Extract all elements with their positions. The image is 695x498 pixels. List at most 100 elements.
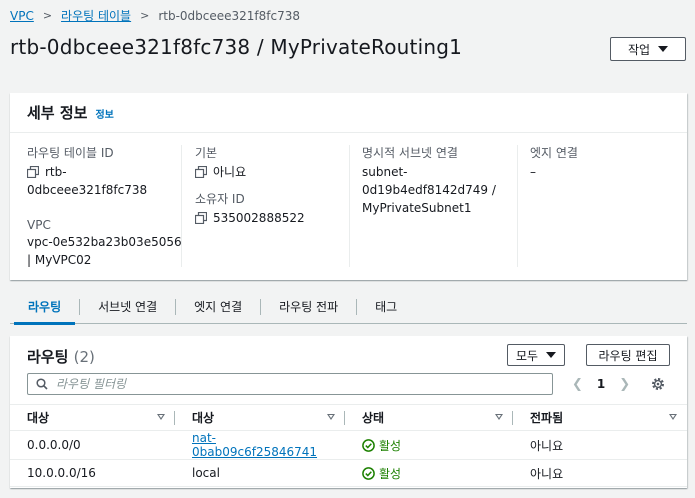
column-divider — [349, 145, 350, 267]
details-column-3: 명시적 서브넷 연결 subnet- 0d19b4edf8142d749 / M… — [362, 145, 517, 267]
check-circle-icon — [362, 438, 375, 452]
sort-icon[interactable] — [669, 414, 677, 420]
vpc-link-line1: vpc-0e532ba23b03e5056 — [27, 235, 182, 249]
main-value: 아니요 — [213, 165, 247, 179]
routes-count: (2) — [73, 348, 95, 366]
caret-down-icon — [546, 352, 557, 358]
pagination: ❮ 1 ❯ — [572, 373, 630, 395]
details-title: 세부 정보 — [27, 104, 88, 122]
details-column-1: 라우팅 테이블 ID rtb- 0dbceee321f8fc738 VPC vp… — [27, 145, 182, 267]
status-badge: 활성 — [362, 465, 496, 482]
route-table-id-line2: 0dbceee321f8fc738 — [27, 183, 148, 197]
column-header-propagated[interactable]: 전파됨 — [513, 404, 687, 431]
table-row[interactable]: 10.0.0.0/16 local 활성 아니요 — [10, 459, 687, 487]
route-propagated: 아니요 — [513, 459, 687, 487]
vpc-link[interactable]: vpc-0e532ba23b03e5056 | MyVPC02 — [27, 233, 182, 269]
column-header-status[interactable]: 상태 — [345, 404, 513, 431]
routes-panel: 라우팅 (2) 모두 라우팅 편집 ❮ 1 ❯ 대상 대상 상태 전파됨 — [10, 336, 687, 488]
tab-subnet-associations[interactable]: 서브넷 연결 — [80, 290, 175, 324]
caret-down-icon — [658, 46, 669, 52]
page-title: rtb-0dbceee321f8fc738 / MyPrivateRouting… — [10, 35, 463, 59]
column-divider — [517, 145, 518, 267]
breadcrumb-current: rtb-0dbceee321f8fc738 — [158, 8, 301, 23]
gear-icon[interactable] — [650, 376, 666, 392]
routes-header: 라우팅 (2) — [27, 346, 95, 367]
breadcrumb-vpc-link[interactable]: VPC — [10, 9, 34, 23]
edge-association-value: – — [530, 165, 536, 179]
subnet-link-line3: MyPrivateSubnet1 — [362, 201, 472, 215]
explicit-subnet-label: 명시적 서브넷 연결 — [362, 146, 458, 160]
main-row: 아니요 — [195, 163, 350, 181]
subnet-link-line1: subnet- — [362, 165, 408, 179]
main-label: 기본 — [195, 146, 218, 160]
column-header-destination[interactable]: 대상 — [10, 404, 175, 431]
details-column-4: 엣지 연결 – — [530, 145, 685, 267]
route-target-cell: local — [175, 459, 345, 487]
column-header-target[interactable]: 대상 — [175, 404, 345, 431]
owner-id-row: 535002888522 — [195, 209, 350, 227]
table-header-row: 대상 대상 상태 전파됨 — [10, 404, 687, 431]
route-status-cell: 활성 — [345, 430, 513, 460]
edge-association-label: 엣지 연결 — [530, 146, 578, 160]
column-header-label: 대상 — [27, 411, 50, 425]
routes-title: 라우팅 — [27, 348, 69, 366]
route-search-input[interactable] — [56, 377, 516, 391]
owner-id-label: 소유자 ID — [195, 192, 245, 206]
column-divider — [181, 145, 182, 267]
route-filter-value: 모두 — [515, 348, 539, 363]
column-header-label: 상태 — [362, 411, 385, 425]
sort-icon[interactable] — [157, 414, 165, 420]
breadcrumb-route-tables-link[interactable]: 라우팅 테이블 — [61, 7, 131, 24]
status-text: 활성 — [379, 438, 402, 453]
page-number[interactable]: 1 — [597, 377, 605, 391]
details-panel: 세부 정보 정보 라우팅 테이블 ID rtb- 0dbceee321f8fc7… — [10, 93, 687, 280]
status-text: 활성 — [379, 466, 402, 481]
info-link[interactable]: 정보 — [95, 106, 113, 121]
table-row[interactable]: 0.0.0.0/0 nat-0bab09c6f25846741 활성 아니요 — [10, 430, 687, 460]
details-grid: 라우팅 테이블 ID rtb- 0dbceee321f8fc738 VPC vp… — [10, 145, 687, 270]
details-header: 세부 정보 정보 — [10, 93, 687, 133]
copy-icon[interactable] — [195, 212, 207, 224]
edit-routes-button[interactable]: 라우팅 편집 — [586, 344, 670, 366]
chevron-right-icon: > — [140, 9, 150, 22]
route-propagated: 아니요 — [513, 430, 687, 460]
chevron-left-icon[interactable]: ❮ — [572, 377, 583, 392]
route-target-link[interactable]: nat-0bab09c6f25846741 — [192, 431, 317, 459]
status-badge: 활성 — [362, 437, 496, 454]
sort-icon[interactable] — [327, 414, 335, 420]
owner-id-value: 535002888522 — [213, 211, 305, 225]
tab-route-propagation[interactable]: 라우팅 전파 — [261, 290, 356, 324]
actions-button[interactable]: 작업 — [610, 37, 686, 61]
tabs-bar: 라우팅 서브넷 연결 엣지 연결 라우팅 전파 태그 — [10, 290, 687, 325]
search-icon — [36, 378, 48, 390]
subnet-link-line2: 0d19b4edf8142d749 / — [362, 183, 496, 197]
vpc-label: VPC — [27, 218, 51, 232]
actions-button-label: 작업 — [627, 42, 651, 57]
route-table-id-value: rtb- — [45, 163, 67, 181]
route-target-cell: nat-0bab09c6f25846741 — [175, 430, 345, 460]
breadcrumb: VPC > 라우팅 테이블 > rtb-0dbceee321f8fc738 — [10, 7, 300, 24]
copy-icon[interactable] — [27, 166, 39, 178]
route-search[interactable] — [27, 373, 553, 395]
route-table-id-label: 라우팅 테이블 ID — [27, 146, 114, 160]
route-table-id-row: rtb- — [27, 163, 182, 181]
tab-tags[interactable]: 태그 — [357, 290, 415, 324]
chevron-right-icon[interactable]: ❯ — [619, 377, 630, 392]
route-destination: 10.0.0.0/16 — [10, 459, 175, 487]
sort-icon[interactable] — [495, 414, 503, 420]
tab-edge-associations[interactable]: 엣지 연결 — [176, 290, 260, 324]
route-destination: 0.0.0.0/0 — [10, 430, 175, 460]
route-status-cell: 활성 — [345, 459, 513, 487]
column-header-label: 전파됨 — [530, 411, 564, 425]
copy-icon[interactable] — [195, 166, 207, 178]
tab-routes[interactable]: 라우팅 — [10, 290, 79, 325]
check-circle-icon — [362, 466, 375, 480]
subnet-link[interactable]: subnet- 0d19b4edf8142d749 / MyPrivateSub… — [362, 163, 517, 217]
route-filter-select[interactable]: 모두 — [507, 344, 565, 366]
routes-table: 대상 대상 상태 전파됨 0.0.0.0/0 nat-0bab09c6f2584… — [10, 404, 687, 487]
vpc-link-line2: | MyVPC02 — [27, 253, 92, 267]
route-target-text: local — [192, 466, 220, 480]
chevron-right-icon: > — [42, 9, 53, 22]
details-column-2: 기본 아니요 소유자 ID 535002888522 — [195, 145, 350, 267]
route-table-id-line1: rtb- — [45, 165, 67, 179]
